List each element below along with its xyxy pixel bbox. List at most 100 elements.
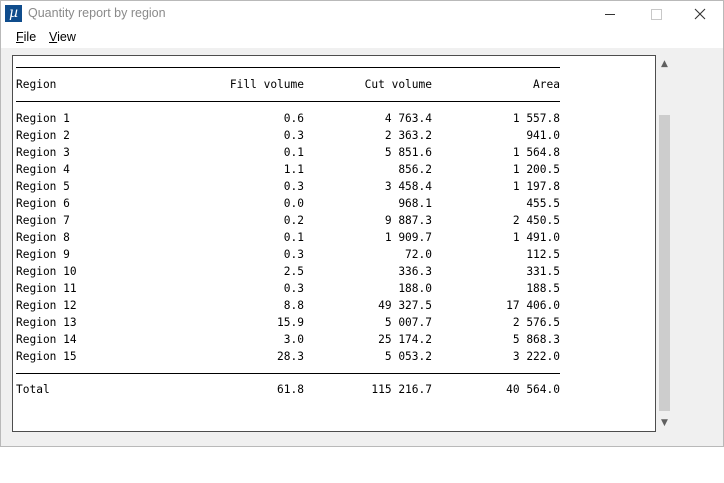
cell-cut-volume: 5 851.6 xyxy=(384,146,432,159)
scroll-up-button[interactable]: ▲ xyxy=(656,56,673,73)
report-panel[interactable]: Region Fill volume Cut volume Area Regio… xyxy=(12,55,656,432)
table-row: Region 2 0.3 2 363.2 941.0 xyxy=(16,127,560,144)
cell-region: Region 1 xyxy=(16,112,70,125)
cell-region: Region 14 xyxy=(16,333,77,346)
cell-area: 455.5 xyxy=(526,197,560,210)
cell-cut-volume: 3 458.4 xyxy=(384,180,432,193)
menu-file-accel: F xyxy=(16,30,24,44)
table-row: Region 13 15.9 5 007.7 2 576.5 xyxy=(16,314,560,331)
cell-area: 1 557.8 xyxy=(512,112,560,125)
total-row: Total 61.8 115 216.7 40 564.0 xyxy=(16,381,560,398)
cell-fill-volume: 0.3 xyxy=(283,248,304,261)
menu-view-accel: V xyxy=(49,30,58,44)
table-row: Region 5 0.3 3 458.4 1 197.8 xyxy=(16,178,560,195)
scroll-thumb[interactable] xyxy=(659,115,670,411)
cell-region: Region 9 xyxy=(16,248,70,261)
minimize-button[interactable] xyxy=(587,1,633,27)
cell-fill-volume: 15.9 xyxy=(277,316,304,329)
cell-area: 2 576.5 xyxy=(512,316,560,329)
cell-region: Region 4 xyxy=(16,163,70,176)
cell-cut-volume: 1 909.7 xyxy=(384,231,432,244)
menu-view[interactable]: View xyxy=(49,30,76,44)
cell-area: 941.0 xyxy=(526,129,560,142)
cell-region: Region 3 xyxy=(16,146,70,159)
menu-bar: File View xyxy=(1,28,723,48)
cell-cut-volume: 5 053.2 xyxy=(384,350,432,363)
header-bottom-rule xyxy=(16,101,560,102)
table-row: Region 15 28.3 5 053.2 3 222.0 xyxy=(16,348,560,365)
table-row: Region 4 1.1 856.2 1 200.5 xyxy=(16,161,560,178)
title-bar[interactable]: µ Quantity report by region xyxy=(1,1,723,27)
table-row: Region 9 0.3 72.0 112.5 xyxy=(16,246,560,263)
cell-fill-volume: 3.0 xyxy=(283,333,304,346)
table-row: Region 6 0.0 968.1 455.5 xyxy=(16,195,560,212)
cell-region: Region 8 xyxy=(16,231,70,244)
header-row: Region Fill volume Cut volume Area xyxy=(16,76,560,93)
cell-area: 1 200.5 xyxy=(512,163,560,176)
menu-file[interactable]: File xyxy=(16,30,36,44)
header-top-rule xyxy=(16,67,560,68)
cell-fill-volume: 28.3 xyxy=(277,350,304,363)
total-label: Total xyxy=(16,383,50,396)
cell-cut-volume: 4 763.4 xyxy=(384,112,432,125)
table-row: Region 11 0.3 188.0 188.5 xyxy=(16,280,560,297)
cell-area: 2 450.5 xyxy=(512,214,560,227)
close-button[interactable] xyxy=(677,1,723,27)
cell-area: 331.5 xyxy=(526,265,560,278)
cell-cut-volume: 9 887.3 xyxy=(384,214,432,227)
cell-cut-volume: 5 007.7 xyxy=(384,316,432,329)
table-row: Region 12 8.8 49 327.5 17 406.0 xyxy=(16,297,560,314)
table-row: Region 10 2.5 336.3 331.5 xyxy=(16,263,560,280)
chevron-up-icon: ▲ xyxy=(661,59,668,69)
cell-region: Region 6 xyxy=(16,197,70,210)
cell-area: 1 197.8 xyxy=(512,180,560,193)
cell-fill-volume: 1.1 xyxy=(283,163,304,176)
total-cut-volume: 115 216.7 xyxy=(371,383,432,396)
cell-cut-volume: 49 327.5 xyxy=(378,299,432,312)
cell-cut-volume: 188.0 xyxy=(398,282,432,295)
cell-fill-volume: 0.1 xyxy=(283,231,304,244)
cell-area: 1 491.0 xyxy=(512,231,560,244)
menu-file-rest: ile xyxy=(23,30,37,44)
header-fill-volume: Fill volume xyxy=(229,78,304,91)
total-area: 40 564.0 xyxy=(506,383,560,396)
maximize-icon xyxy=(651,9,662,20)
cell-cut-volume: 25 174.2 xyxy=(378,333,432,346)
minimize-icon xyxy=(605,14,615,15)
cell-area: 188.5 xyxy=(526,282,560,295)
total-rule xyxy=(16,373,560,374)
cell-fill-volume: 0.1 xyxy=(283,146,304,159)
cell-region: Region 5 xyxy=(16,180,70,193)
cell-fill-volume: 0.3 xyxy=(283,282,304,295)
maximize-button[interactable] xyxy=(633,1,679,27)
table-row: Region 8 0.1 1 909.7 1 491.0 xyxy=(16,229,560,246)
app-icon: µ xyxy=(5,5,22,22)
cell-region: Region 12 xyxy=(16,299,77,312)
total-fill-volume: 61.8 xyxy=(277,383,304,396)
cell-area: 112.5 xyxy=(526,248,560,261)
scroll-down-button[interactable]: ▼ xyxy=(656,415,673,432)
cell-fill-volume: 0.2 xyxy=(283,214,304,227)
cell-region: Region 2 xyxy=(16,129,70,142)
cell-area: 3 222.0 xyxy=(512,350,560,363)
cell-area: 1 564.8 xyxy=(512,146,560,159)
cell-fill-volume: 0.0 xyxy=(283,197,304,210)
cell-fill-volume: 0.3 xyxy=(283,129,304,142)
table-row: Region 1 0.6 4 763.4 1 557.8 xyxy=(16,110,560,127)
client-area: Region Fill volume Cut volume Area Regio… xyxy=(1,48,723,446)
window-title: Quantity report by region xyxy=(28,6,166,20)
cell-region: Region 13 xyxy=(16,316,77,329)
table-row: Region 3 0.1 5 851.6 1 564.8 xyxy=(16,144,560,161)
close-icon xyxy=(694,8,706,20)
table-row: Region 14 3.0 25 174.2 5 868.3 xyxy=(16,331,560,348)
vertical-scrollbar[interactable]: ▲ ▼ xyxy=(656,56,673,432)
cell-cut-volume: 968.1 xyxy=(398,197,432,210)
header-region: Region xyxy=(16,78,57,91)
header-cut-volume: Cut volume xyxy=(364,78,432,91)
header-area: Area xyxy=(533,78,560,91)
menu-view-rest: iew xyxy=(57,30,76,44)
cell-cut-volume: 72.0 xyxy=(405,248,432,261)
cell-fill-volume: 0.6 xyxy=(283,112,304,125)
table-row: Region 7 0.2 9 887.3 2 450.5 xyxy=(16,212,560,229)
cell-cut-volume: 856.2 xyxy=(398,163,432,176)
